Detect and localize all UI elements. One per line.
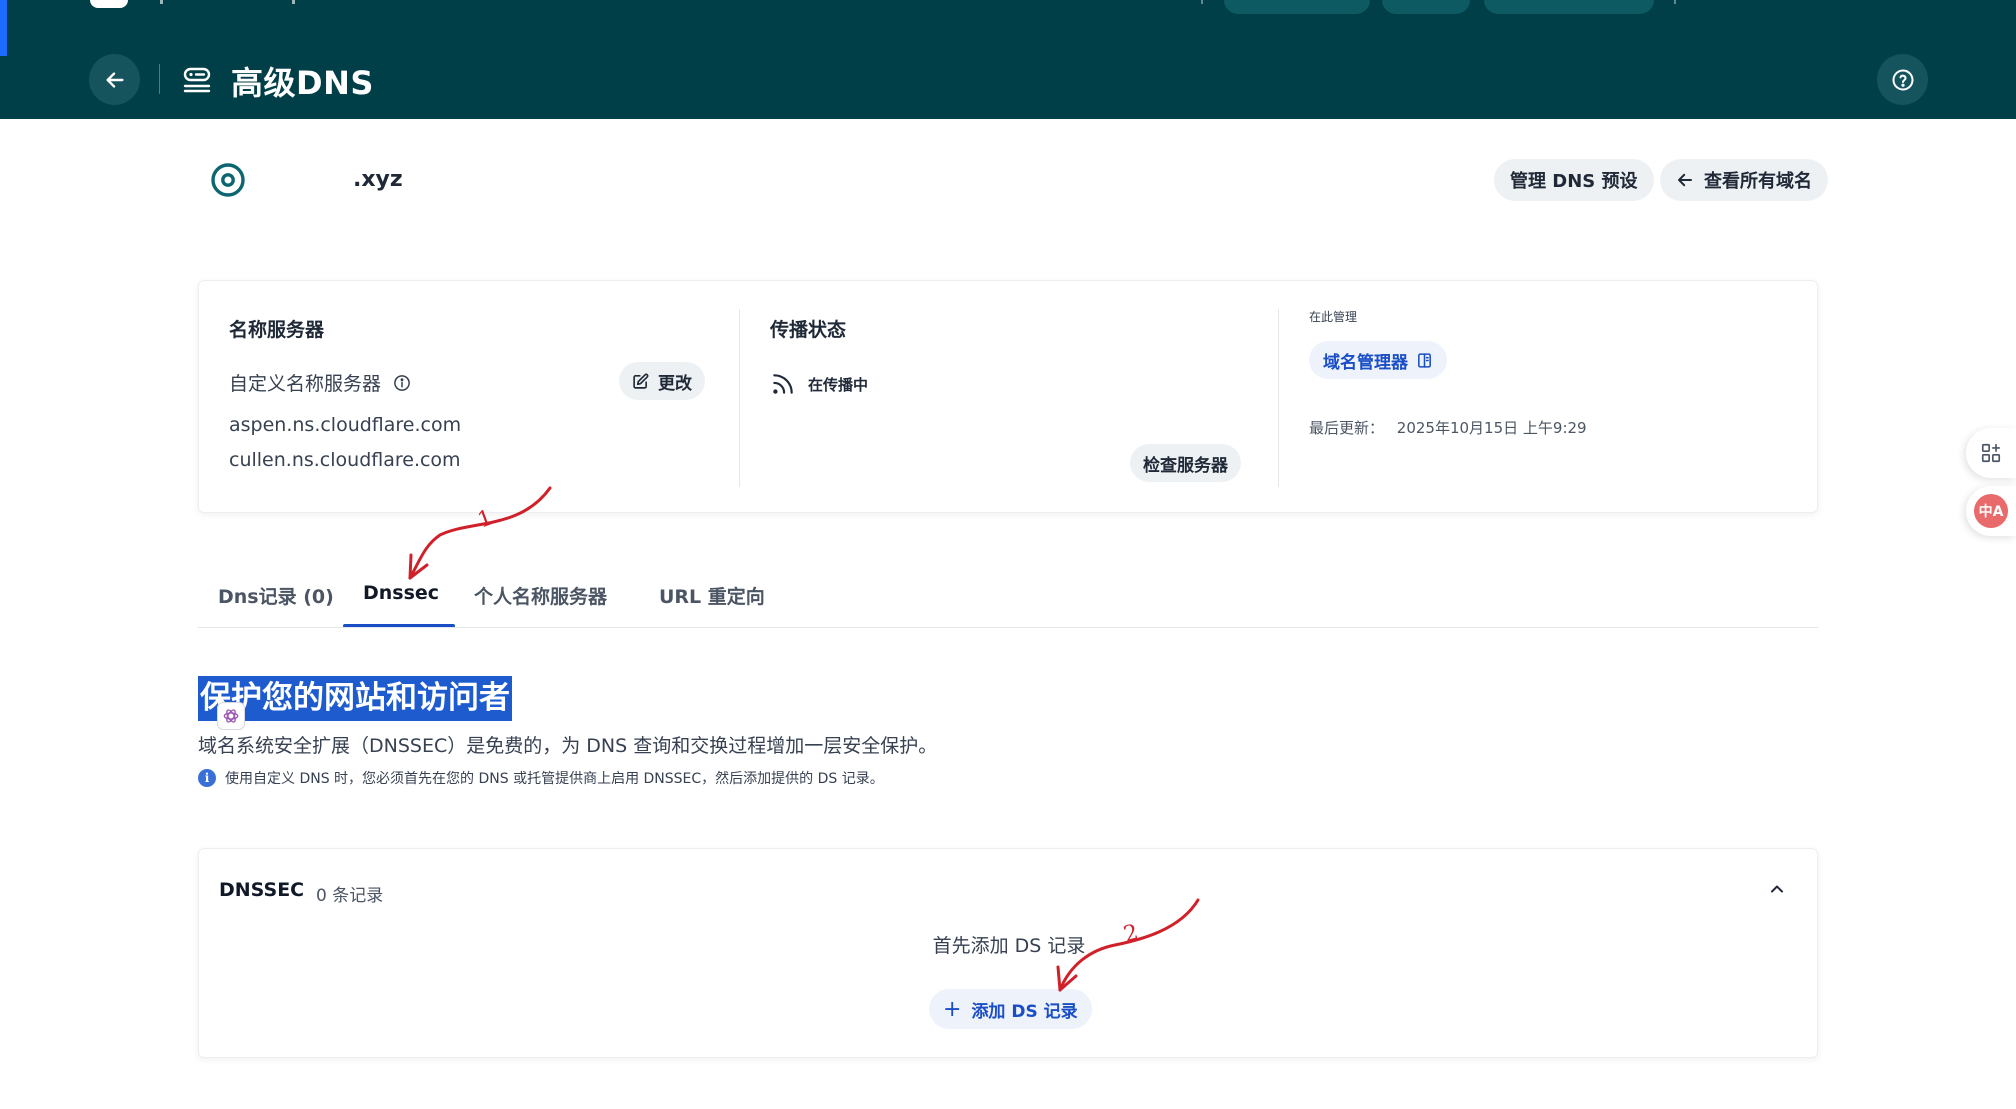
propagation-heading: 传播状态 <box>770 319 847 341</box>
info-icon[interactable] <box>393 374 411 392</box>
check-servers-label: 检查服务器 <box>1143 455 1228 476</box>
target-icon <box>211 163 245 197</box>
external-panel-icon <box>1418 352 1431 368</box>
tab-url-redirect[interactable]: URL 重定向 <box>659 582 765 609</box>
add-ds-record-label: 添加 DS 记录 <box>971 1001 1078 1022</box>
dns-server-icon <box>183 67 211 93</box>
translate-icon: 中A <box>1974 494 2008 528</box>
propagation-status-label: 在传播中 <box>808 375 869 394</box>
add-ds-record-button[interactable]: + 添加 DS 记录 <box>929 989 1092 1029</box>
nameserver-type: 自定义名称服务器 <box>229 369 411 396</box>
app-header: 高级DNS <box>0 0 2016 119</box>
last-updated-label: 最后更新： <box>1309 419 1385 437</box>
domain-manager-label: 域名管理器 <box>1323 352 1408 373</box>
view-all-domains-label: 查看所有域名 <box>1704 171 1812 192</box>
openai-knot-icon <box>223 709 239 723</box>
last-updated-value: 2025年10月15日 上午9:29 <box>1396 419 1587 437</box>
domain-info-card: 名称服务器 自定义名称服务器 更改 aspen.ns.cloudflare.co… <box>198 280 1818 513</box>
nameserver-item: cullen.ns.cloudflare.com <box>229 449 461 471</box>
side-translate-tool[interactable]: 中A <box>1966 486 2016 536</box>
column-divider <box>1278 309 1279 487</box>
signal-icon <box>773 374 793 394</box>
chevron-up-icon[interactable] <box>1767 879 1787 899</box>
tab-dns-records[interactable]: Dns记录 (0) <box>218 582 334 609</box>
nameserver-item: aspen.ns.cloudflare.com <box>229 414 462 436</box>
nav-pill[interactable] <box>1484 0 1654 14</box>
nav-separator <box>1674 0 1676 4</box>
grid-add-icon <box>1981 443 2001 463</box>
nav-dot <box>292 0 295 4</box>
info-icon: i <box>198 769 216 787</box>
dnssec-records-panel: DNSSEC 0 条记录 首先添加 DS 记录 + 添加 DS 记录 <box>198 848 1818 1058</box>
check-servers-button[interactable]: 检查服务器 <box>1130 444 1241 482</box>
dnssec-panel-title: DNSSEC <box>219 879 305 901</box>
left-accent-bar <box>0 0 7 56</box>
side-grid-tool[interactable] <box>1966 428 2016 478</box>
manage-dns-presets-label: 管理 DNS 预设 <box>1510 171 1638 192</box>
managed-caption: 在此管理 <box>1309 310 1358 324</box>
edit-nameservers-button[interactable]: 更改 <box>619 362 705 400</box>
top-nav-strip <box>0 0 2016 14</box>
domain-name: .xyz <box>353 167 403 192</box>
edit-label: 更改 <box>658 373 692 394</box>
section-title: 保护您的网站和访问者 <box>198 676 512 721</box>
section-note: i 使用自定义 DNS 时，您必须首先在您的 DNS 或托管提供商上启用 DNS… <box>198 768 884 788</box>
tabs-divider <box>198 627 1818 628</box>
nav-separator <box>1201 0 1203 4</box>
section-note-text: 使用自定义 DNS 时，您必须首先在您的 DNS 或托管提供商上启用 DNSSE… <box>225 771 884 787</box>
tab-dnssec[interactable]: Dnssec <box>363 582 439 604</box>
nav-pill[interactable] <box>1224 0 1370 14</box>
propagation-status: 在传播中 <box>770 371 868 397</box>
openai-extension-icon[interactable] <box>217 702 245 730</box>
section-description: 域名系统安全扩展（DNSSEC）是免费的，为 DNS 查询和交换过程增加一层安全… <box>198 735 938 757</box>
back-button[interactable] <box>89 54 140 105</box>
tab-personal-nameservers[interactable]: 个人名称服务器 <box>474 582 607 609</box>
last-updated: 最后更新： 2025年10月15日 上午9:29 <box>1309 417 1587 438</box>
view-all-domains-button[interactable]: 查看所有域名 <box>1660 159 1828 201</box>
arrow-left-icon <box>105 71 124 88</box>
brand-logo[interactable] <box>90 0 128 8</box>
help-circle-icon <box>1892 69 1913 90</box>
empty-state-text: 首先添加 DS 记录 <box>932 935 1086 957</box>
help-button[interactable] <box>1877 54 1928 105</box>
header-divider <box>159 64 160 94</box>
domain-manager-link[interactable]: 域名管理器 <box>1309 341 1447 379</box>
page-title: 高级DNS <box>231 64 374 102</box>
nameserver-type-label: 自定义名称服务器 <box>229 373 382 395</box>
dnssec-record-count: 0 条记录 <box>316 886 384 906</box>
plus-icon: + <box>943 996 962 1022</box>
edit-icon <box>633 373 649 389</box>
nav-pill[interactable] <box>1382 0 1470 14</box>
column-divider <box>739 309 740 487</box>
nameservers-heading: 名称服务器 <box>229 319 325 341</box>
nav-dot <box>160 0 163 4</box>
manage-dns-presets-button[interactable]: 管理 DNS 预设 <box>1494 159 1654 201</box>
arrow-left-icon <box>1678 173 1692 187</box>
